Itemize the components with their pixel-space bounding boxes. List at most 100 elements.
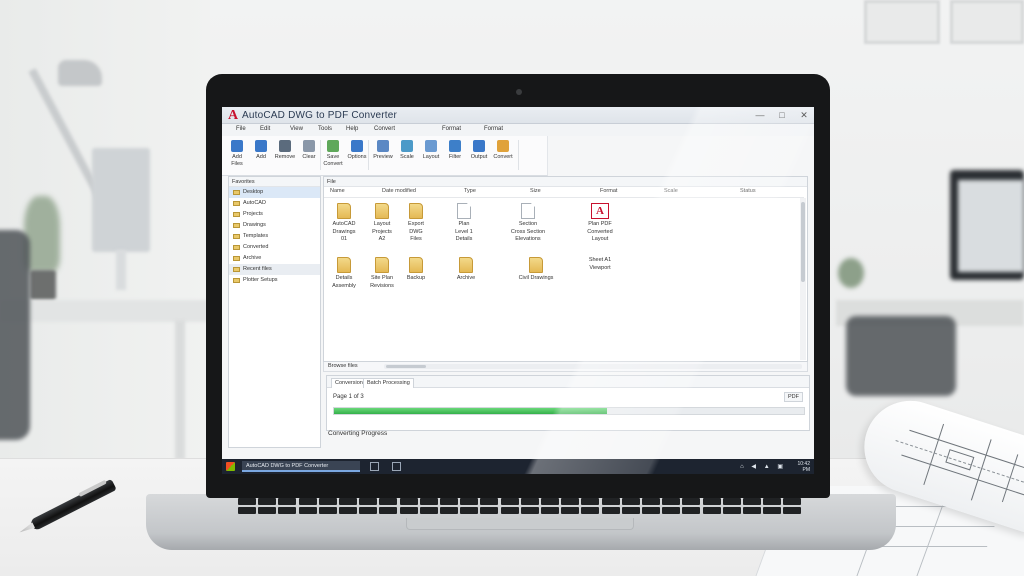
- menu-extra[interactable]: Format: [484, 126, 503, 132]
- ribbon-button-convert[interactable]: Convert: [492, 138, 514, 174]
- keyboard-key: [541, 498, 559, 505]
- taskbar-pin-icon[interactable]: [370, 462, 379, 471]
- ribbon-button-filter[interactable]: Filter: [444, 138, 466, 174]
- column-date[interactable]: Date modified: [382, 188, 416, 197]
- file-item[interactable]: Section Cross Section Elevations: [508, 203, 548, 244]
- keyboard-key: [419, 498, 438, 505]
- wall-frame: [864, 0, 940, 44]
- menu-tools[interactable]: Tools: [318, 126, 332, 132]
- file-item-label: Cross Section: [510, 228, 546, 235]
- laptop-screen: A AutoCAD DWG to PDF Converter — □ ✕ Fil…: [222, 107, 814, 474]
- menu-format[interactable]: Format: [442, 126, 461, 132]
- file-item[interactable]: Backup: [396, 257, 436, 283]
- tree-item[interactable]: Plotter Setups: [229, 275, 320, 286]
- clock-date: PM: [802, 467, 811, 473]
- tree-item[interactable]: AutoCAD: [229, 198, 320, 209]
- tree-item[interactable]: Projects: [229, 209, 320, 220]
- file-item-label: Sheet A1: [588, 257, 612, 263]
- tree-item[interactable]: Archive: [229, 253, 320, 264]
- menu-view[interactable]: View: [290, 126, 303, 132]
- browse-dropdown[interactable]: Browse files: [328, 363, 358, 369]
- column-type[interactable]: Type: [464, 188, 476, 197]
- file-item-label: 01: [340, 236, 348, 242]
- page-indicator: Page 1 of 3: [333, 394, 364, 400]
- keyboard-key: [763, 498, 782, 505]
- menu-help[interactable]: Help: [346, 126, 358, 132]
- ribbon-button-save[interactable]: Save Convert: [322, 138, 344, 174]
- file-item-label: Details: [455, 236, 473, 242]
- ribbon-button-scale[interactable]: Scale: [396, 138, 418, 174]
- file-item[interactable]: A Plan PDF Converted Layout: [580, 203, 620, 244]
- file-item[interactable]: Details Assembly: [324, 257, 364, 290]
- taskbar-app-button[interactable]: AutoCAD DWG to PDF Converter: [242, 461, 360, 472]
- column-status[interactable]: Status: [740, 188, 756, 197]
- column-scale[interactable]: Scale: [664, 188, 678, 197]
- keyboard-key: [722, 498, 741, 505]
- ribbon-button-layout[interactable]: Layout: [420, 138, 442, 174]
- ribbon-button-clear[interactable]: Clear: [298, 138, 320, 174]
- background-desk-left: [0, 300, 210, 322]
- output-format-select[interactable]: PDF: [784, 392, 803, 402]
- window-title: AutoCAD DWG to PDF Converter: [242, 110, 398, 121]
- keyboard-key: [379, 498, 398, 505]
- tree-item[interactable]: Drawings: [229, 220, 320, 231]
- tab-batch-processing[interactable]: Batch Processing: [363, 378, 414, 388]
- horizontal-scroll-thumb[interactable]: [386, 365, 426, 368]
- tree-item[interactable]: Converted: [229, 242, 320, 253]
- column-headers: Name Date modified Type Size Format Scal…: [324, 177, 807, 197]
- file-item-label: Assembly: [332, 282, 356, 289]
- clock[interactable]: 10:42 PM: [797, 461, 810, 473]
- ribbon-button-label: Clear: [302, 154, 316, 160]
- ribbon-button-label: Output: [470, 154, 488, 160]
- keyboard-key: [621, 507, 640, 514]
- progress-fill: [334, 408, 607, 414]
- folder-icon: [233, 245, 240, 250]
- menu-convert[interactable]: Convert: [374, 126, 395, 132]
- keyboard-key: [743, 507, 761, 514]
- menu-file[interactable]: File: [236, 126, 246, 132]
- column-size[interactable]: Size: [530, 188, 541, 197]
- file-item[interactable]: Archive: [446, 257, 486, 283]
- horizontal-scrollbar[interactable]: [384, 364, 802, 369]
- keyboard-key: [258, 498, 277, 505]
- ribbon-button-output[interactable]: Output: [468, 138, 490, 174]
- ribbon-button-preview[interactable]: Preview: [372, 138, 394, 174]
- tree-item[interactable]: Desktop: [229, 187, 320, 198]
- file-item[interactable]: AutoCAD Drawings 01: [324, 203, 364, 244]
- minimize-button[interactable]: —: [754, 109, 766, 121]
- folder-icon: [409, 203, 423, 219]
- file-item[interactable]: Sheet A1 Viewport: [580, 257, 620, 272]
- ribbon-button-label: Save: [326, 154, 340, 160]
- file-item[interactable]: Plan Level 1 Details: [444, 203, 484, 244]
- vertical-scrollbar[interactable]: [800, 198, 806, 360]
- vertical-scroll-thumb[interactable]: [801, 202, 805, 282]
- file-item-label: Drawings: [332, 228, 356, 235]
- tab-conversion[interactable]: Conversion: [331, 378, 367, 388]
- ribbon-button-remove[interactable]: Remove: [274, 138, 296, 174]
- menu-edit[interactable]: Edit: [260, 126, 270, 132]
- window-titlebar[interactable]: A AutoCAD DWG to PDF Converter — □ ✕: [222, 107, 814, 124]
- file-list: File Name Date modified Type Size Format…: [323, 176, 808, 362]
- maximize-button[interactable]: □: [776, 109, 788, 121]
- conversion-status: Converting Progress: [328, 430, 388, 437]
- start-button-icon[interactable]: [226, 462, 235, 471]
- keyboard-key: [682, 498, 701, 505]
- ribbon-button-add-folder[interactable]: Add: [250, 138, 272, 174]
- column-format[interactable]: Format: [600, 188, 617, 197]
- keyboard-key: [601, 507, 620, 514]
- taskbar-pin-icon[interactable]: [392, 462, 401, 471]
- ribbon-button-options[interactable]: Options: [346, 138, 368, 174]
- background-monitor-right-screen: [958, 180, 1024, 272]
- file-item-label: Section: [518, 221, 538, 227]
- keyboard-key: [621, 498, 640, 505]
- file-item[interactable]: Civil Drawings: [516, 257, 556, 283]
- tree-item[interactable]: Templates: [229, 231, 320, 242]
- file-item[interactable]: Export DWG Files: [396, 203, 436, 244]
- tree-item-label: Drawings: [243, 222, 266, 228]
- tree-item[interactable]: Recent files: [229, 264, 320, 275]
- keyboard-key: [581, 507, 600, 514]
- close-button[interactable]: ✕: [798, 109, 810, 121]
- system-tray[interactable]: ⌂ ◀ ▲ ▣: [740, 463, 786, 470]
- ribbon-button-add-files[interactable]: Add Files: [226, 138, 248, 174]
- column-name[interactable]: Name: [330, 188, 345, 197]
